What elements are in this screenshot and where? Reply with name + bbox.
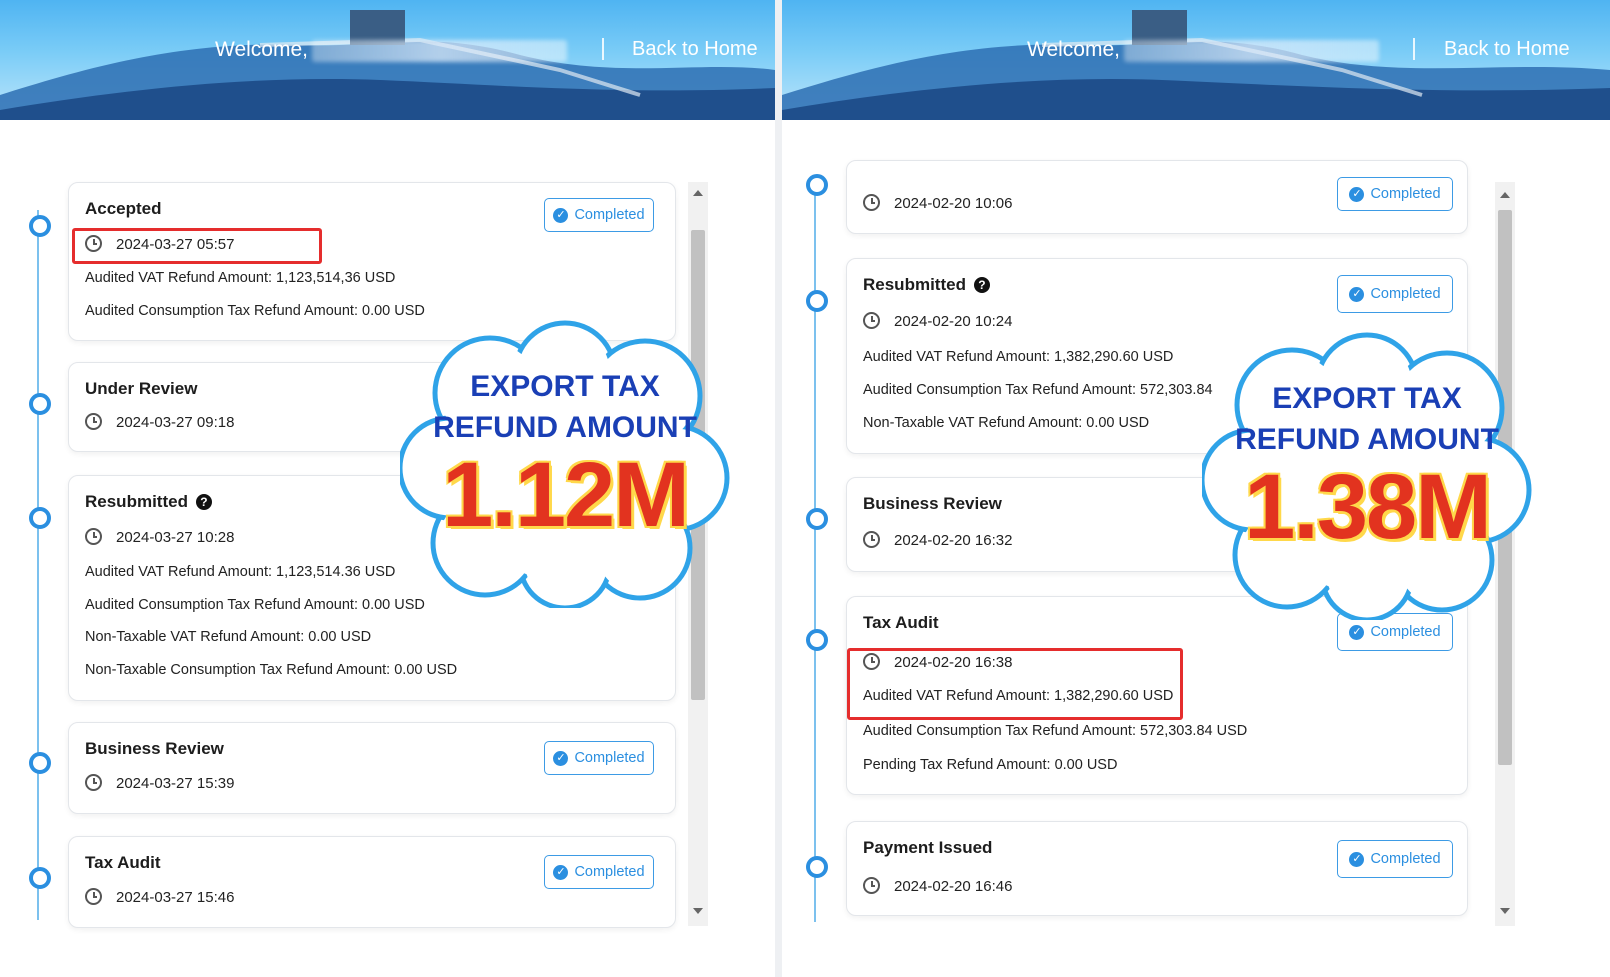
check-circle-icon: ✓ [553,750,569,766]
step-title: Business Review [863,494,1002,513]
amount-line: Audited Consumption Tax Refund Amount: 5… [863,723,1248,739]
timeline-line [37,210,39,920]
completed-status-badge: ✓ Completed [544,741,654,775]
step-title: Tax Audit [863,613,939,632]
amount-line: Non-Taxable VAT Refund Amount: 0.00 USD [863,415,1150,431]
step-title: Payment Issued [863,838,993,857]
timeline-node [806,290,828,312]
timeline-node [806,629,828,651]
promo-line-2: REFUND AMOUNT [433,411,697,444]
step-card-payment-issued: Payment Issued ✓ Completed 2024-02-20 16:… [846,821,1468,916]
completed-status-badge: ✓ Completed [544,855,654,889]
step-time: 2024-02-20 16:32 [863,531,1012,549]
welcome-text: Welcome, [215,38,308,61]
timeline-node [29,393,51,415]
completed-status-badge: ✓ Completed [1337,177,1453,211]
redacted-username [312,40,567,62]
amount-line: Audited Consumption Tax Refund Amount: 5… [863,382,1213,398]
back-to-home-link[interactable]: Back to Home [632,38,758,61]
check-circle-icon: ✓ [1349,624,1365,640]
timeline-node [29,867,51,889]
back-to-home-link[interactable]: Back to Home [1444,38,1570,61]
check-circle-icon: ✓ [1349,286,1365,302]
timeline-node [29,215,51,237]
step-card-business-review: Business Review ✓ Completed 2024-03-27 15… [68,722,676,814]
amount-line: Audited VAT Refund Amount: 1,382,290.60 … [863,349,1174,365]
promo-cloud-badge: EXPORT TAX REFUND AMOUNT 1.12M [400,318,730,608]
amount-line: Pending Tax Refund Amount: 0.00 USD [863,757,1118,773]
scroll-down-arrow-icon[interactable] [693,908,703,914]
step-title: Business Review [85,739,224,758]
step-title: Resubmitted? [863,275,990,295]
timeline-node [806,508,828,530]
step-title: Under Review [85,379,198,398]
check-circle-icon: ✓ [553,207,569,223]
amount-line: Non-Taxable Consumption Tax Refund Amoun… [85,662,458,678]
step-title: Accepted [85,199,162,218]
step-time: 2024-02-20 10:24 [863,312,1012,330]
clock-icon [85,413,102,430]
step-card-tax-audit: Tax Audit ✓ Completed 2024-03-27 15:46 [68,836,676,928]
left-screenshot-panel: Welcome, Back to Home Accepted ✓ Complete… [0,0,775,977]
step-time: 2024-03-27 10:28 [85,528,234,546]
promo-amount: 1.38M [1244,456,1492,558]
clock-icon [863,194,880,211]
red-highlight-box [847,648,1183,720]
clock-icon [85,888,102,905]
step-card-partial: ✓ Completed 2024-02-20 10:06 [846,160,1468,234]
promo-line-2: REFUND AMOUNT [1235,423,1499,456]
step-time: 2024-02-20 10:06 [863,194,1012,212]
amount-line: Audited Consumption Tax Refund Amount: 0… [85,303,425,319]
completed-status-badge: ✓ Completed [1337,275,1453,313]
check-circle-icon: ✓ [1349,851,1365,867]
timeline-node [806,856,828,878]
step-time: 2024-02-20 16:46 [863,877,1012,895]
amount-line: Audited Consumption Tax Refund Amount: 0… [85,597,425,613]
red-highlight-box [72,228,322,264]
promo-amount: 1.12M [442,444,690,546]
check-circle-icon: ✓ [1349,186,1365,202]
header-divider [602,38,604,60]
amount-line: Audited VAT Refund Amount: 1,123,514.36 … [85,564,396,580]
right-screenshot-panel: Welcome, Back to Home ✓ Completed 2024-02… [782,0,1610,977]
check-circle-icon: ✓ [553,864,569,880]
welcome-text: Welcome, [1027,38,1120,61]
timeline-node [29,507,51,529]
clock-icon [85,774,102,791]
scroll-up-arrow-icon[interactable] [693,190,703,196]
clock-icon [863,312,880,329]
completed-status-badge: ✓ Completed [544,198,654,232]
amount-line: Non-Taxable VAT Refund Amount: 0.00 USD [85,629,372,645]
scroll-up-arrow-icon[interactable] [1500,192,1510,198]
timeline-node [29,752,51,774]
clock-icon [863,531,880,548]
page-header: Welcome, Back to Home [782,0,1610,120]
promo-cloud-badge: EXPORT TAX REFUND AMOUNT 1.38M [1202,330,1532,620]
step-title: Tax Audit [85,853,161,872]
step-title: Resubmitted? [85,492,212,512]
promo-line-1: EXPORT TAX [470,370,660,403]
question-mark-icon[interactable]: ? [973,277,990,293]
step-time: 2024-03-27 09:18 [85,413,234,431]
promo-line-1: EXPORT TAX [1272,382,1462,415]
page-header: Welcome, Back to Home [0,0,775,120]
amount-line: Audited VAT Refund Amount: 1,123,514,36 … [85,270,396,286]
clock-icon [863,877,880,894]
step-time: 2024-03-27 15:46 [85,888,234,906]
scroll-down-arrow-icon[interactable] [1500,908,1510,914]
header-divider [1413,38,1415,60]
redacted-username [1124,40,1379,62]
clock-icon [85,528,102,545]
step-time: 2024-03-27 15:39 [85,774,234,792]
completed-status-badge: ✓ Completed [1337,840,1453,878]
question-mark-icon[interactable]: ? [195,494,212,510]
timeline-node [806,174,828,196]
